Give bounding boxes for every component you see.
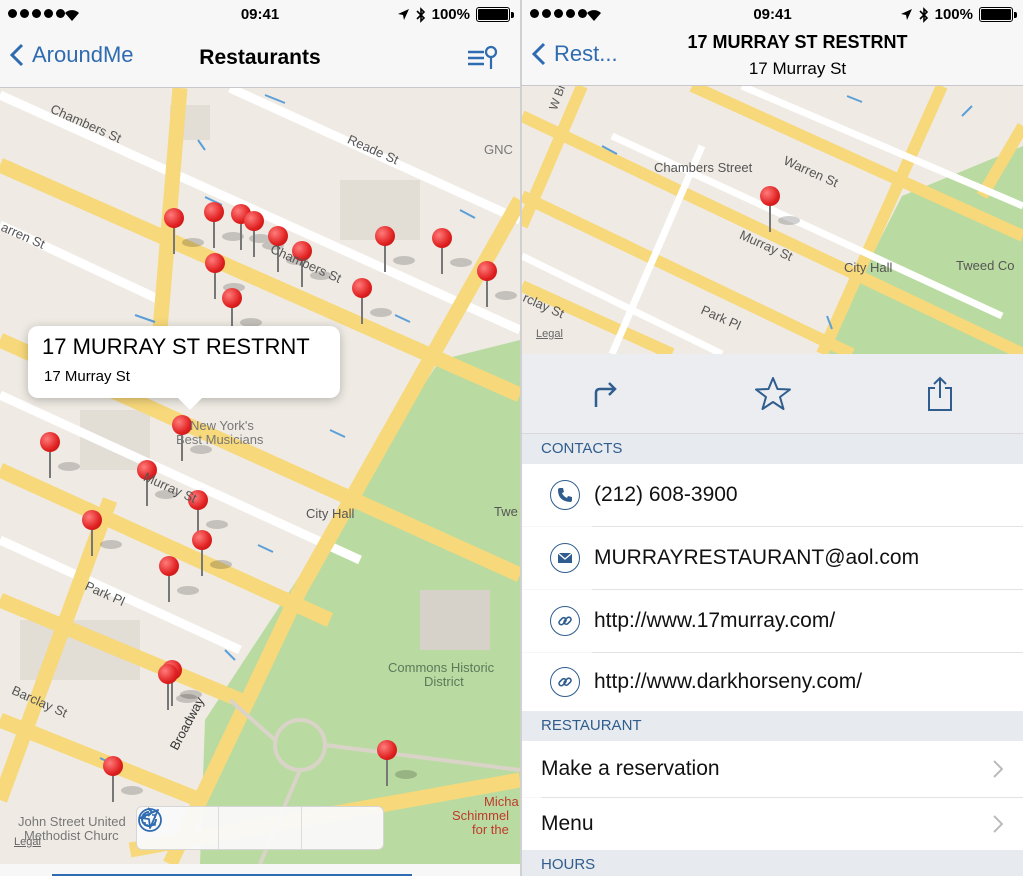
map-pin[interactable] bbox=[192, 530, 232, 582]
poi-label-schimmel: Schimmel bbox=[452, 808, 510, 823]
map-toolbar bbox=[136, 806, 384, 850]
page-title: 17 MURRAY ST RESTRNT bbox=[687, 32, 908, 52]
contact-website-text: http://www.17murray.com/ bbox=[594, 609, 836, 632]
map-pin[interactable] bbox=[375, 226, 415, 278]
action-row bbox=[522, 354, 1023, 434]
right-screen: 09:41 100% Rest... 17 MURRAY ST RESTRNT … bbox=[522, 0, 1023, 876]
area-label-district: District bbox=[424, 674, 464, 689]
map-pin[interactable] bbox=[103, 756, 143, 808]
page-subtitle: 17 Murray St bbox=[748, 59, 847, 78]
map-pin[interactable] bbox=[432, 228, 472, 280]
page-title: Restaurants bbox=[199, 46, 321, 69]
area-label-city-hall: City Hall bbox=[306, 506, 355, 521]
battery-icon bbox=[979, 7, 1017, 22]
fit-pins-button[interactable] bbox=[138, 807, 302, 849]
map-pin[interactable] bbox=[760, 186, 800, 238]
section-header-hours: HOURS bbox=[522, 850, 1023, 876]
location-arrow-icon bbox=[397, 9, 409, 20]
map-pin[interactable] bbox=[164, 208, 204, 260]
back-button[interactable]: Rest... bbox=[532, 41, 618, 67]
area-label-commons-historic: Commons Historic bbox=[388, 660, 495, 675]
battery-icon bbox=[476, 7, 514, 22]
phone-icon bbox=[550, 480, 580, 510]
left-screen: 09:41 100% AroundMe Restaurants Chambers… bbox=[0, 0, 520, 876]
location-map[interactable]: W Br Chambers Street Warren St Murray St… bbox=[522, 86, 1023, 354]
location-arrow-icon bbox=[900, 9, 912, 20]
bottom-strip bbox=[0, 864, 520, 876]
poi-label-michael: Micha bbox=[484, 794, 519, 809]
pin-callout[interactable]: 17 MURRAY ST RESTRNT 17 Murray St bbox=[28, 326, 340, 410]
map-canvas[interactable] bbox=[0, 88, 520, 864]
area-label-city-hall: City Hall bbox=[844, 260, 893, 275]
share-icon bbox=[927, 376, 952, 411]
legal-link[interactable]: Legal bbox=[14, 836, 41, 848]
link-icon bbox=[550, 606, 580, 636]
refresh-icon bbox=[141, 807, 157, 827]
navigation-bar: AroundMe Restaurants bbox=[0, 30, 520, 88]
poi-label-best-musicians: Best Musicians bbox=[176, 432, 264, 447]
chevron-right-icon bbox=[993, 815, 1003, 833]
reservation-label: Make a reservation bbox=[541, 757, 720, 780]
street-label-chambers: Chambers Street bbox=[654, 160, 753, 175]
map-pin[interactable] bbox=[477, 261, 517, 313]
legal-link[interactable]: Legal bbox=[536, 328, 563, 340]
area-label-tweed: Tweed Co bbox=[956, 258, 1015, 273]
map-pin[interactable] bbox=[377, 740, 417, 792]
section-header-contacts: CONTACTS bbox=[522, 434, 1023, 464]
map-pin[interactable] bbox=[40, 432, 80, 484]
menu-label: Menu bbox=[541, 812, 594, 835]
directions-button[interactable] bbox=[576, 364, 636, 424]
callout-title: 17 MURRAY ST RESTRNT bbox=[42, 334, 310, 359]
contact-phone-text: (212) 608-3900 bbox=[594, 483, 738, 506]
chevron-right-icon bbox=[993, 760, 1003, 778]
contact-row-phone[interactable]: (212) 608-3900 bbox=[522, 464, 1023, 526]
status-bar: 09:41 100% bbox=[522, 0, 1023, 30]
navigation-bar: Rest... 17 MURRAY ST RESTRNT 17 Murray S… bbox=[522, 30, 1023, 86]
link-icon bbox=[550, 667, 580, 697]
bluetooth-icon bbox=[919, 6, 928, 23]
poi-label-john-street: John Street United bbox=[18, 814, 126, 829]
poi-label-for-the: for the bbox=[472, 822, 509, 837]
poi-label-new-yorks: New York's bbox=[190, 418, 254, 433]
restaurants-map[interactable]: Chambers St Reade St GNC arren St Chambe… bbox=[0, 88, 520, 864]
section-header-restaurant: RESTAURANT bbox=[522, 711, 1023, 741]
refresh-button[interactable] bbox=[141, 807, 383, 849]
map-pin[interactable] bbox=[244, 211, 284, 263]
favorite-button[interactable] bbox=[743, 364, 803, 424]
back-button-label: Rest... bbox=[554, 41, 618, 66]
callout-subtitle: 17 Murray St bbox=[44, 368, 130, 385]
map-pin[interactable] bbox=[82, 510, 122, 562]
bluetooth-icon bbox=[416, 6, 425, 23]
map-pin[interactable] bbox=[159, 556, 199, 608]
directions-icon bbox=[594, 381, 617, 407]
contact-row-website-2[interactable]: http://www.darkhorseny.com/ bbox=[522, 653, 1023, 711]
map-pin[interactable] bbox=[352, 278, 392, 330]
map-pin[interactable] bbox=[204, 202, 244, 254]
area-label-twe: Twe bbox=[494, 504, 518, 519]
list-filter-icon[interactable] bbox=[466, 45, 498, 71]
row-make-reservation[interactable]: Make a reservation bbox=[522, 741, 1023, 797]
battery-percent: 100% bbox=[431, 6, 470, 23]
battery-percent: 100% bbox=[934, 6, 973, 23]
favorite-star-icon bbox=[754, 376, 791, 410]
contact-email-text: MURRAYRESTAURANT@aol.com bbox=[594, 546, 920, 569]
title-stack: 17 MURRAY ST RESTRNT 17 Murray St bbox=[622, 32, 973, 79]
share-button[interactable] bbox=[910, 364, 970, 424]
chevron-left-icon bbox=[532, 42, 546, 66]
status-bar: 09:41 100% bbox=[0, 0, 520, 30]
contact-row-website-1[interactable]: http://www.17murray.com/ bbox=[522, 590, 1023, 652]
contact-website-text: http://www.darkhorseny.com/ bbox=[594, 670, 863, 693]
contact-row-email[interactable]: MURRAYRESTAURANT@aol.com bbox=[522, 527, 1023, 589]
building-block bbox=[420, 590, 490, 650]
poi-label-gnc: GNC bbox=[484, 142, 513, 157]
map-pin[interactable] bbox=[158, 664, 198, 716]
row-menu[interactable]: Menu bbox=[522, 798, 1023, 850]
mail-icon bbox=[550, 543, 580, 573]
